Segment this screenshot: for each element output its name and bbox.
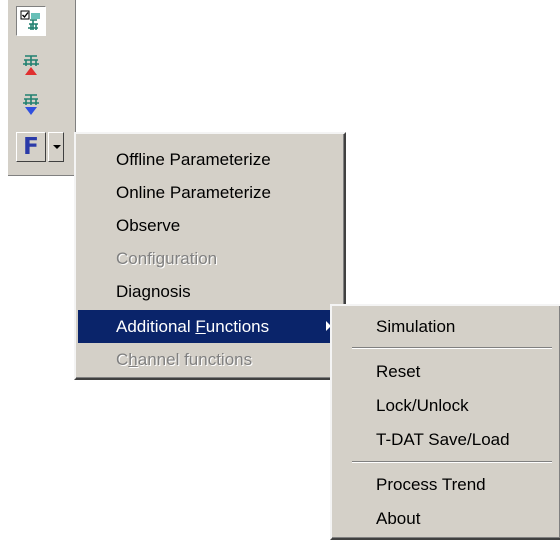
menu-item-offline-parameterize[interactable]: Offline Parameterize	[78, 143, 341, 176]
menu-separator	[352, 461, 552, 463]
menu-item-observe[interactable]: Observe	[78, 209, 341, 242]
function-button[interactable]: F	[16, 132, 46, 162]
tree-upload-button[interactable]	[16, 50, 46, 80]
menu-item-tdat-save-load[interactable]: T-DAT Save/Load	[334, 423, 557, 456]
chevron-down-icon	[53, 145, 61, 149]
menu-item-reset[interactable]: Reset	[334, 355, 557, 388]
menu-item-channel-functions: Channel functions	[78, 343, 341, 376]
label-part: annel functions	[137, 350, 253, 369]
additional-functions-submenu: Simulation Reset Lock/Unlock T-DAT Save/…	[330, 304, 560, 540]
function-dropdown-button[interactable]	[48, 132, 64, 162]
menu-item-about[interactable]: About	[334, 502, 557, 535]
tree-upload-red-icon	[23, 55, 39, 75]
menu-item-additional-functions[interactable]: Additional Functions	[78, 310, 341, 343]
menu-item-lock-unlock[interactable]: Lock/Unlock	[334, 389, 557, 422]
vertical-toolbar: F	[8, 0, 76, 176]
access-key: h	[128, 350, 138, 369]
function-menu: Offline Parameterize Online Parameterize…	[74, 132, 346, 380]
menu-item-diagnosis[interactable]: Diagnosis	[78, 275, 341, 308]
menu-item-process-trend[interactable]: Process Trend	[334, 468, 557, 501]
label-part: unctions	[205, 317, 270, 336]
menu-separator	[352, 347, 552, 349]
label-part: C	[116, 350, 129, 369]
function-f-icon: F	[23, 134, 39, 160]
tree-checked-button[interactable]	[16, 6, 46, 36]
menu-item-configuration: Configuration	[116, 249, 218, 268]
label-part: Additional	[116, 317, 196, 336]
access-key: F	[195, 317, 206, 336]
menu-item-simulation[interactable]: Simulation	[334, 310, 557, 343]
tree-checked-icon	[20, 10, 40, 30]
tree-download-blue-icon	[23, 94, 39, 115]
menu-item-online-parameterize[interactable]: Online Parameterize	[78, 176, 341, 209]
tree-download-button[interactable]	[16, 90, 46, 120]
